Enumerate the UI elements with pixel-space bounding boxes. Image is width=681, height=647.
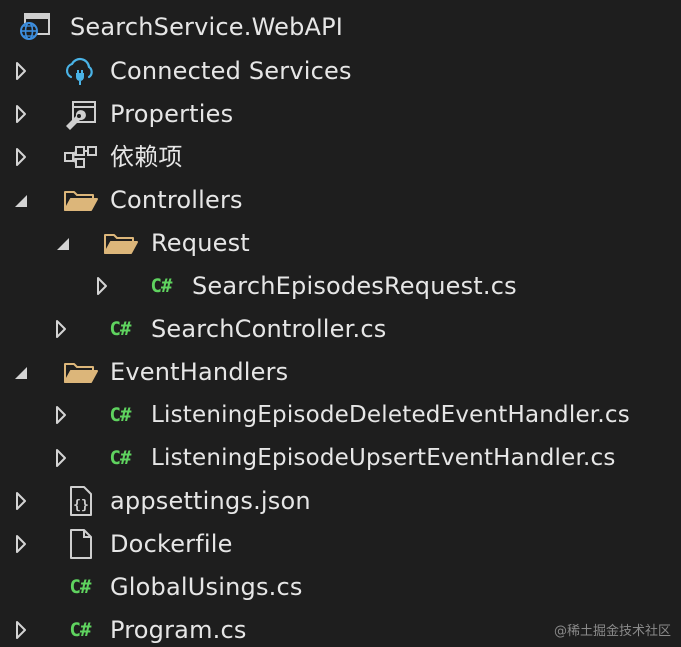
tree-item-label: Program.cs [110,616,247,644]
chevron-expanded-icon[interactable] [12,360,30,384]
csharp-file-icon: C# [150,275,173,297]
csharp-file-icon: C# [109,404,132,426]
chevron-right-icon[interactable] [12,59,30,83]
project-label: SearchService.WebAPI [70,13,344,41]
chevron-right-icon[interactable] [52,446,70,470]
chevron-right-icon[interactable] [12,102,30,126]
chevron-right-icon[interactable] [52,317,70,341]
json-file-icon: {} [62,485,98,517]
svg-text:{}: {} [73,498,89,513]
properties-wrench-icon [62,98,98,130]
tree-item-label: ListeningEpisodeDeletedEventHandler.cs [151,402,630,428]
folder-open-icon [62,356,98,388]
web-project-icon [16,11,52,43]
tree-item-label: SearchController.cs [151,315,387,343]
chevron-right-icon[interactable] [52,403,70,427]
solution-explorer-tree: SearchService.WebAPI Connected Services [0,0,681,647]
folder-open-icon [102,227,138,259]
csharp-file-icon: C# [69,619,92,641]
tree-item-label: EventHandlers [110,358,289,386]
csharp-file-icon: C# [109,447,132,469]
csharp-file-icon: C# [69,576,92,598]
tree-item-label: ListeningEpisodeUpsertEventHandler.cs [151,445,616,471]
tree-item-label: GlobalUsings.cs [110,573,303,601]
chevron-right-icon[interactable] [12,145,30,169]
connected-services-icon [62,55,98,87]
chevron-right-icon[interactable] [12,618,30,642]
chevron-expanded-icon[interactable] [54,231,72,255]
tree-item-label: appsettings.json [110,487,311,515]
chevron-right-icon[interactable] [12,532,30,556]
watermark-text: @稀土掘金技术社区 [553,624,671,639]
tree-item-label: Controllers [110,186,243,214]
tree-item-label: SearchEpisodesRequest.cs [192,272,517,300]
tree-item-label: 依赖项 [110,143,183,171]
chevron-right-icon[interactable] [12,489,30,513]
dependencies-icon [62,141,98,173]
tree-item-label: Properties [110,100,234,128]
chevron-expanded-icon[interactable] [12,188,30,212]
csharp-file-icon: C# [109,318,132,340]
tree-item-label: Request [151,229,250,257]
file-icon [62,528,98,560]
chevron-right-icon[interactable] [93,274,111,298]
tree-item-label: Connected Services [110,57,352,85]
tree-item-label: Dockerfile [110,530,233,558]
folder-open-icon [62,184,98,216]
